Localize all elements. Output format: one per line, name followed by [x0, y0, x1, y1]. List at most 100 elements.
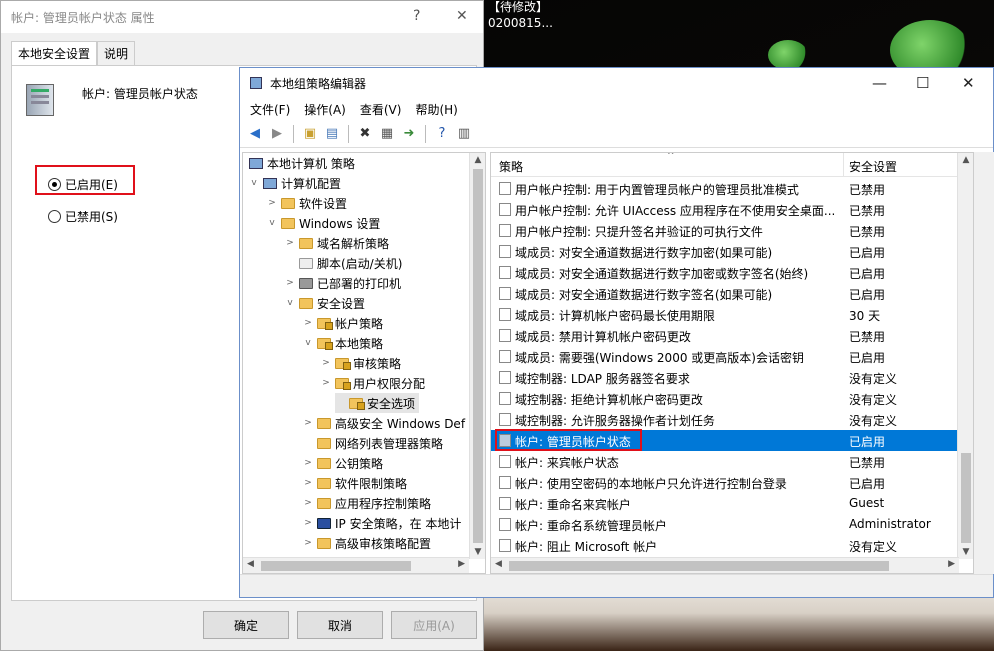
apply-button[interactable]: 应用(A)	[391, 611, 477, 639]
policy-row[interactable]: 域成员: 对安全通道数据进行数字加密(如果可能) 已启用	[491, 241, 959, 262]
policy-row[interactable]: 域成员: 对安全通道数据进行数字签名(如果可能) 已启用	[491, 283, 959, 304]
policy-row[interactable]: 域成员: 需要强(Windows 2000 或更高版本)会话密钥 已启用	[491, 346, 959, 367]
properties-icon[interactable]: ▦	[378, 125, 396, 143]
menu-help[interactable]: 帮助(H)	[415, 101, 457, 118]
policy-row[interactable]: 帐户: 重命名系统管理员帐户 Administrator	[491, 514, 959, 535]
maximize-icon[interactable]: ☐	[916, 74, 929, 92]
tree-node[interactable]: > 应用程序控制策略	[303, 493, 431, 513]
tree-node[interactable]: v 安全设置	[285, 293, 365, 313]
minimize-icon[interactable]: —	[872, 74, 887, 92]
scroll-up-icon[interactable]: ▲	[470, 155, 485, 165]
expander-icon[interactable]: >	[267, 198, 277, 208]
tree-node[interactable]: v 本地策略	[303, 333, 383, 353]
expander-icon[interactable]: >	[303, 318, 313, 328]
close-icon[interactable]: ✕	[456, 8, 468, 24]
list-horizontal-scrollbar[interactable]: ◀ ▶	[491, 557, 959, 573]
menu-view[interactable]: 查看(V)	[360, 101, 402, 118]
policy-row[interactable]: 域成员: 禁用计算机帐户密码更改 已禁用	[491, 325, 959, 346]
scroll-thumb[interactable]	[261, 561, 411, 571]
scroll-thumb[interactable]	[473, 169, 483, 543]
column-header-policy[interactable]: 策略	[499, 158, 523, 175]
show-hide-tree-icon[interactable]: ▤	[323, 125, 341, 143]
tab-explain[interactable]: 说明	[97, 41, 136, 65]
policy-row[interactable]: 域控制器: 允许服务器操作者计划任务 没有定义	[491, 409, 959, 430]
expander-icon[interactable]: >	[303, 478, 313, 488]
tab-local-security-setting[interactable]: 本地安全设置	[11, 41, 98, 65]
tree-node[interactable]: > 软件限制策略	[303, 473, 407, 493]
view-icon[interactable]: ▥	[455, 125, 473, 143]
policy-list-pane[interactable]: 策略 ^ 安全设置 用户帐户控制: 用于内置管理员帐户的管理员批准模式 已禁用 用户…	[490, 152, 974, 574]
menu-file[interactable]: 文件(F)	[250, 101, 290, 118]
expander-icon[interactable]: >	[303, 538, 313, 548]
scroll-thumb[interactable]	[961, 453, 971, 543]
policy-row[interactable]: 域控制器: 拒绝计算机帐户密码更改 没有定义	[491, 388, 959, 409]
scroll-right-icon[interactable]: ▶	[948, 559, 955, 569]
expander-icon[interactable]: >	[303, 498, 313, 508]
policy-row[interactable]: 帐户: 来宾帐户状态 已禁用	[491, 451, 959, 472]
dialog-titlebar[interactable]: 帐户: 管理员帐户状态 属性 ? ✕	[1, 1, 483, 33]
scroll-down-icon[interactable]: ▼	[958, 547, 973, 557]
tree-node[interactable]: > IP 安全策略，在 本地计	[303, 513, 461, 533]
policy-row[interactable]: 用户帐户控制: 允许 UIAccess 应用程序在不使用安全桌面... 已禁用	[491, 199, 959, 220]
scroll-right-icon[interactable]: ▶	[458, 559, 465, 569]
policy-row[interactable]: 域成员: 对安全通道数据进行数字加密或数字签名(始终) 已启用	[491, 262, 959, 283]
policy-row[interactable]: 域控制器: LDAP 服务器签名要求 没有定义	[491, 367, 959, 388]
tree-node[interactable]: > 高级安全 Windows Def	[303, 413, 465, 433]
tree-node[interactable]: v 计算机配置	[249, 173, 341, 193]
expander-icon[interactable]: >	[285, 278, 295, 288]
tree-node[interactable]: > 公钥策略	[303, 453, 383, 473]
expander-icon[interactable]: v	[303, 338, 313, 348]
export-list-icon[interactable]: ➜	[400, 125, 418, 143]
tree-node[interactable]: > 用户权限分配	[321, 373, 425, 393]
tree-node[interactable]: > 域名解析策略	[285, 233, 389, 253]
column-header-setting[interactable]: 安全设置	[849, 158, 897, 175]
policy-row[interactable]: 帐户: 使用空密码的本地帐户只允许进行控制台登录 已启用	[491, 472, 959, 493]
forward-arrow-icon[interactable]: ▶	[268, 125, 286, 143]
expander-icon[interactable]: >	[303, 518, 313, 528]
tree-node[interactable]: > 审核策略	[321, 353, 401, 373]
cancel-button[interactable]: 取消	[297, 611, 383, 639]
expander-icon[interactable]: v	[267, 218, 277, 228]
tree-node[interactable]: > 已部署的打印机	[285, 273, 401, 293]
radio-disabled[interactable]: 已禁用(S)	[48, 208, 118, 225]
tree-node-selected[interactable]: 安全选项	[335, 393, 420, 413]
scroll-left-icon[interactable]: ◀	[495, 559, 502, 569]
expander-icon[interactable]: >	[321, 358, 331, 368]
tree-node[interactable]: 网络列表管理器策略	[303, 433, 443, 453]
tree-node[interactable]: 脚本(启动/关机)	[285, 253, 402, 273]
list-vertical-scrollbar[interactable]: ▲ ▼	[957, 153, 973, 559]
back-arrow-icon[interactable]: ◀	[246, 125, 264, 143]
expander-icon[interactable]: v	[285, 298, 295, 308]
scroll-up-icon[interactable]: ▲	[958, 155, 973, 165]
gp-titlebar[interactable]: 本地组策略编辑器 — ☐ ✕	[240, 68, 993, 98]
help-icon[interactable]: ?	[413, 8, 420, 24]
tree-node[interactable]: > 软件设置	[267, 193, 347, 213]
delete-icon[interactable]: ✖	[356, 125, 374, 143]
policy-row[interactable]: 域成员: 计算机帐户密码最长使用期限 30 天	[491, 304, 959, 325]
expander-icon[interactable]: >	[303, 458, 313, 468]
tree-node[interactable]: > 帐户策略	[303, 313, 383, 333]
expander-icon[interactable]: >	[303, 418, 313, 428]
policy-row[interactable]: 用户帐户控制: 用于内置管理员帐户的管理员批准模式 已禁用	[491, 178, 959, 199]
policy-row[interactable]: 帐户: 重命名来宾帐户 Guest	[491, 493, 959, 514]
help-icon[interactable]: ?	[433, 125, 451, 143]
tree-pane[interactable]: 本地计算机 策略 v 计算机配置 > 软件设置 v Windows 设置 > 域名解析策…	[242, 152, 486, 574]
menu-action[interactable]: 操作(A)	[304, 101, 346, 118]
tree-vertical-scrollbar[interactable]: ▲ ▼	[469, 153, 485, 559]
scroll-left-icon[interactable]: ◀	[247, 559, 254, 569]
close-icon[interactable]: ✕	[962, 74, 975, 92]
scroll-thumb[interactable]	[509, 561, 889, 571]
tree-node[interactable]: v Windows 设置	[267, 213, 380, 233]
expander-icon[interactable]: >	[321, 378, 331, 388]
ok-button[interactable]: 确定	[203, 611, 289, 639]
policy-row[interactable]: 用户帐户控制: 只提升签名并验证的可执行文件 已禁用	[491, 220, 959, 241]
up-folder-icon[interactable]: ▣	[301, 125, 319, 143]
scroll-down-icon[interactable]: ▼	[470, 547, 485, 557]
tree-horizontal-scrollbar[interactable]: ◀ ▶	[243, 557, 469, 573]
expander-icon[interactable]: v	[249, 178, 259, 188]
tree-node[interactable]: > 高级审核策略配置	[303, 533, 431, 553]
column-divider[interactable]	[843, 153, 844, 177]
tree-node[interactable]: 本地计算机 策略	[249, 153, 355, 173]
expander-icon[interactable]: >	[285, 238, 295, 248]
policy-row[interactable]: 帐户: 阻止 Microsoft 帐户 没有定义	[491, 535, 959, 556]
